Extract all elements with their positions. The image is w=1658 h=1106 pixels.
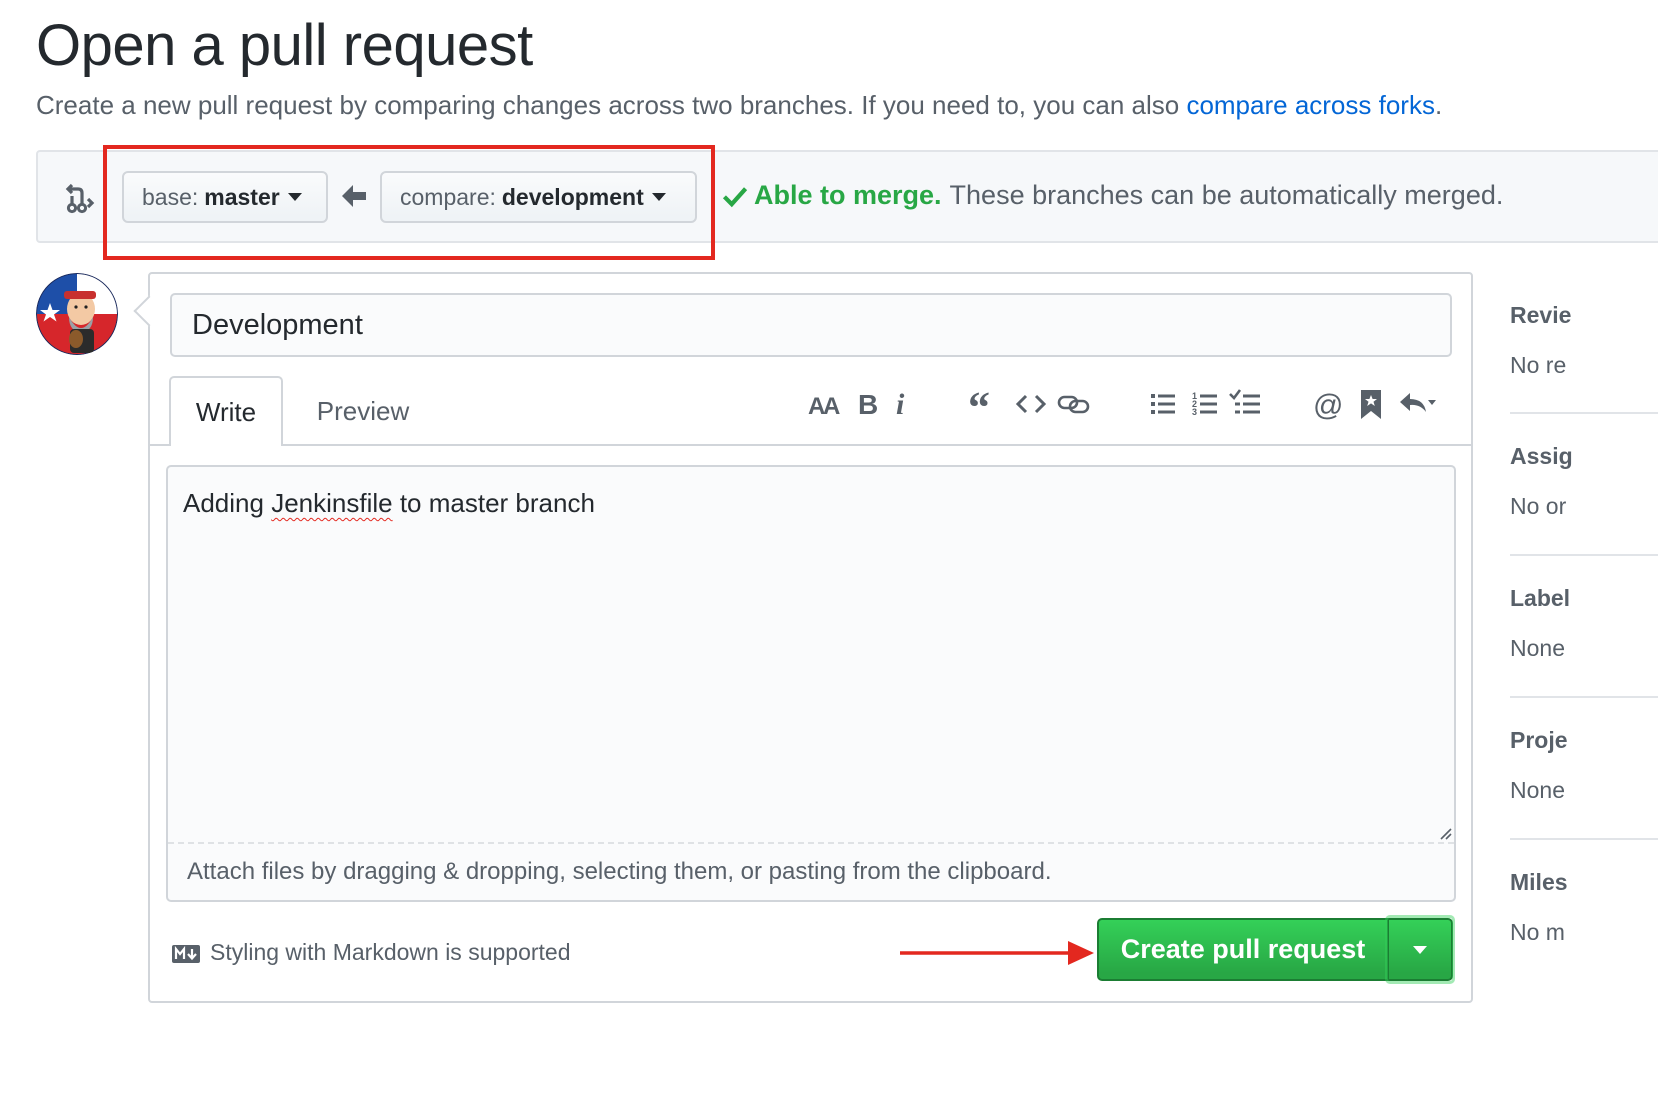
- sidebar-value: No re: [1510, 352, 1567, 378]
- attach-divider: [168, 842, 1454, 844]
- body-textarea[interactable]: [166, 465, 1456, 902]
- chevron-down-icon: [287, 193, 302, 201]
- sidebar-value: None: [1510, 635, 1565, 661]
- sidebar-milestone[interactable]: Miles No m: [1510, 869, 1658, 945]
- sidebar-assignees[interactable]: Assig No or: [1510, 443, 1658, 519]
- sidebar-divider: [1510, 412, 1658, 414]
- sidebar-value: No or: [1510, 493, 1567, 519]
- merge-status-label: Able to merge.: [754, 180, 942, 210]
- sidebar-value: No m: [1510, 919, 1565, 945]
- create-pull-request-button[interactable]: Create pull request: [1097, 918, 1453, 981]
- chevron-down-icon: [1413, 945, 1427, 954]
- task-list-icon[interactable]: [1229, 386, 1261, 422]
- sidebar-heading: Revie: [1510, 302, 1572, 328]
- sidebar-heading: Proje: [1510, 727, 1568, 753]
- svg-text:A: A: [823, 393, 840, 420]
- svg-text:“: “: [968, 386, 990, 422]
- sidebar-divider: [1510, 554, 1658, 556]
- svg-text:B: B: [858, 389, 878, 420]
- mention-icon[interactable]: @: [1313, 386, 1345, 422]
- sidebar-value: None: [1510, 777, 1565, 803]
- tab-preview[interactable]: Preview: [296, 376, 430, 446]
- bold-icon[interactable]: B: [856, 386, 880, 422]
- sidebar-heading: Assig: [1510, 443, 1573, 469]
- compare-branch-select[interactable]: compare: development: [380, 171, 697, 223]
- sidebar-labels[interactable]: Label None: [1510, 585, 1658, 661]
- compare-branch-name: development: [501, 183, 644, 210]
- merge-status: Able to merge. These branches can be aut…: [722, 180, 1503, 211]
- base-branch-name: master: [204, 183, 280, 210]
- page-subtitle: Create a new pull request by comparing c…: [36, 90, 1442, 121]
- markdown-note[interactable]: Styling with Markdown is supported: [210, 939, 571, 966]
- svg-text:3: 3: [1192, 407, 1197, 417]
- reply-icon[interactable]: [1398, 386, 1444, 422]
- sidebar-divider: [1510, 696, 1658, 698]
- sidebar-heading: Label: [1510, 585, 1571, 611]
- body-text-end: to master branch: [392, 488, 595, 518]
- base-prefix: base:: [142, 183, 199, 210]
- attach-files-hint[interactable]: Attach files by dragging & dropping, sel…: [187, 858, 1051, 886]
- subtitle-text: Create a new pull request by comparing c…: [36, 90, 1187, 120]
- merge-status-detail: These branches can be automatically merg…: [949, 180, 1504, 210]
- sidebar-heading: Miles: [1510, 869, 1568, 895]
- subtitle-end: .: [1434, 90, 1443, 120]
- compare-across-forks-link[interactable]: compare across forks: [1186, 90, 1435, 120]
- misspelled-word: Jenkinsfile: [271, 488, 393, 518]
- title-input[interactable]: [170, 293, 1452, 357]
- italic-icon[interactable]: i: [893, 386, 911, 422]
- header-icon[interactable]: AA: [808, 386, 844, 422]
- red-arrow-annotation: [900, 941, 1094, 965]
- tab-write[interactable]: Write: [169, 376, 283, 446]
- sidebar-divider: [1510, 838, 1658, 840]
- ordered-list-icon[interactable]: 123: [1192, 386, 1218, 422]
- quote-icon[interactable]: “: [968, 386, 1000, 422]
- create-pull-request-label[interactable]: Create pull request: [1099, 920, 1389, 979]
- body-text[interactable]: Adding Jenkinsfile to master branch: [183, 488, 595, 519]
- svg-text:i: i: [896, 388, 905, 421]
- body-text-start: Adding: [183, 488, 272, 518]
- chevron-down-icon: [651, 193, 666, 201]
- svg-text:@: @: [1313, 389, 1343, 422]
- sidebar-projects[interactable]: Proje None: [1510, 727, 1658, 803]
- resize-handle-icon[interactable]: [1438, 826, 1452, 840]
- arrow-left-icon: [342, 185, 366, 207]
- sidebar-reviewers[interactable]: Revie No re: [1510, 302, 1658, 378]
- create-options-dropdown[interactable]: [1389, 920, 1451, 979]
- unordered-list-icon[interactable]: [1150, 386, 1176, 422]
- markdown-icon: [172, 945, 200, 963]
- avatar[interactable]: [36, 273, 118, 355]
- link-icon[interactable]: [1057, 386, 1091, 422]
- git-compare-icon: [65, 183, 95, 214]
- compare-prefix: compare:: [400, 183, 496, 210]
- bookmark-icon[interactable]: [1359, 386, 1383, 422]
- code-icon[interactable]: [1015, 386, 1047, 422]
- check-icon: [722, 186, 748, 207]
- page-title: Open a pull request: [36, 13, 533, 78]
- base-branch-select[interactable]: base: master: [122, 171, 328, 223]
